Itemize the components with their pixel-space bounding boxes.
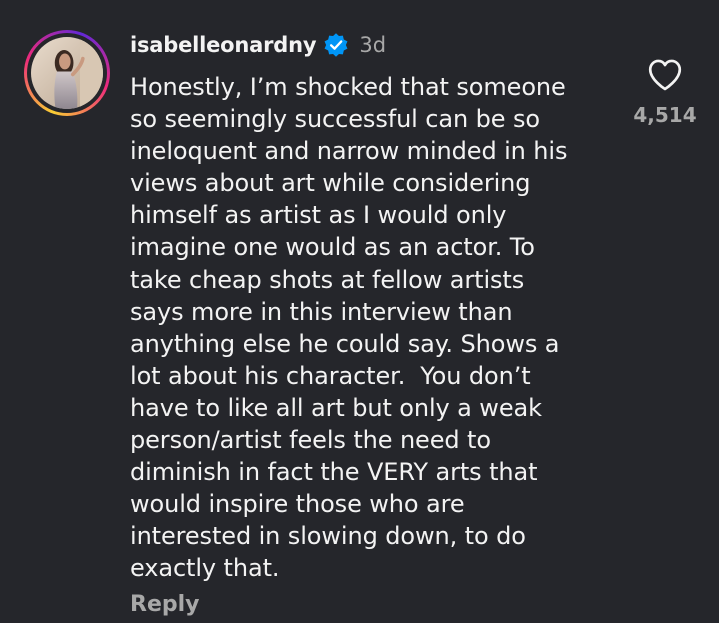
comment-line: have to like all art but only a weak [130, 393, 542, 422]
comment-header: isabelleonardny 3d [130, 30, 386, 60]
comment-line: says more in this interview than [130, 297, 513, 326]
avatar-story-ring[interactable] [24, 30, 110, 116]
comment-line: himself as artist as I would only [130, 201, 507, 230]
comment-line: exactly that. [130, 554, 280, 583]
verified-badge-icon [324, 33, 348, 57]
avatar-frame [27, 33, 107, 113]
reply-button[interactable]: Reply [130, 592, 200, 617]
avatar [31, 37, 103, 109]
comment-line: so seemingly successful can be so [130, 105, 540, 134]
comment-line: person/artist feels the need to [130, 426, 491, 455]
timestamp: 3d [359, 33, 387, 57]
comment-line: interested in slowing down, to do [130, 522, 526, 551]
comment-line: lot about his character. You don’t [130, 361, 531, 390]
comment: isabelleonardny 3d Honestly, I’m shocked… [0, 0, 719, 623]
comment-line: diminish in fact the VERY arts that [130, 458, 538, 487]
comment-line: imagine one would as an actor. To [130, 233, 535, 262]
comment-line: anything else he could say. Shows a [130, 329, 560, 358]
comment-line: views about art while considering [130, 169, 531, 198]
comment-line: would inspire those who are [130, 490, 465, 519]
heart-outline-icon[interactable] [647, 58, 683, 92]
like-count: 4,514 [633, 103, 697, 127]
comment-text: Honestly, I’m shocked that someone so se… [130, 71, 610, 585]
comment-line: Honestly, I’m shocked that someone [130, 73, 566, 101]
comment-line: take cheap shots at fellow artists [130, 265, 525, 294]
username[interactable]: isabelleonardny [130, 33, 317, 57]
comment-line: ineloquent and narrow minded in his [130, 137, 568, 166]
